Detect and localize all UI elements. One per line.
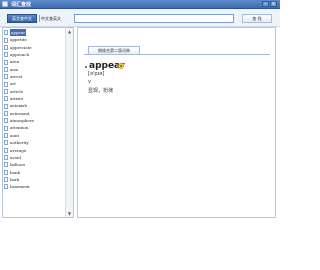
word-list-item[interactable]: arm bbox=[4, 66, 65, 73]
scroll-up-arrow-icon[interactable]: ▲ bbox=[66, 28, 73, 35]
word-list-item[interactable]: atmosphere bbox=[4, 117, 65, 124]
word-list-item[interactable]: appetite bbox=[4, 36, 65, 43]
word-list-item[interactable]: basement bbox=[4, 183, 65, 190]
word-list-item[interactable]: attention bbox=[4, 124, 65, 131]
word-list-item[interactable]: appear bbox=[4, 29, 65, 37]
document-icon bbox=[4, 177, 8, 183]
document-icon bbox=[4, 132, 8, 138]
entry-definition: 显现，扮演 bbox=[88, 88, 114, 94]
document-icon bbox=[4, 118, 8, 124]
scroll-down-arrow-icon[interactable]: ▼ bbox=[66, 210, 73, 217]
word-list-item[interactable]: arrest bbox=[4, 73, 65, 80]
word-list-item[interactable]: artiste bbox=[4, 95, 65, 102]
close-button[interactable]: × bbox=[270, 1, 277, 7]
document-icon bbox=[4, 155, 8, 161]
document-icon bbox=[4, 44, 8, 50]
document-icon bbox=[4, 30, 8, 36]
document-icon bbox=[4, 169, 8, 175]
word-list-item[interactable]: approach bbox=[4, 51, 65, 58]
entry-phonetic: [ə'pɪə] bbox=[88, 71, 105, 77]
document-icon bbox=[4, 184, 8, 190]
app-icon bbox=[2, 1, 8, 7]
toolbar: 英文查中文 中文查英文 查 找 bbox=[0, 9, 280, 27]
window-title: 词汇查找 bbox=[11, 2, 32, 8]
toolbar-separator bbox=[39, 15, 40, 22]
tab-dictionary[interactable]: 朗维合第二版词典 bbox=[88, 46, 140, 54]
word-list-item[interactable]: authority bbox=[4, 139, 65, 146]
minimize-button[interactable]: – bbox=[262, 1, 269, 7]
document-icon bbox=[4, 162, 8, 168]
mode-english-to-chinese-button[interactable]: 英文查中文 bbox=[7, 14, 37, 23]
word-list-item[interactable]: art bbox=[4, 80, 65, 87]
mode-chinese-to-english-link[interactable]: 中文查英文 bbox=[41, 16, 61, 22]
document-icon bbox=[4, 66, 8, 72]
word-list-item[interactable]: appreciate bbox=[4, 44, 65, 51]
document-icon bbox=[4, 81, 8, 87]
bullet-icon bbox=[85, 66, 87, 68]
word-list-item[interactable]: aunt bbox=[4, 132, 65, 139]
document-icon bbox=[4, 110, 8, 116]
document-icon bbox=[4, 140, 8, 146]
word-list-item[interactable]: average bbox=[4, 147, 65, 154]
word-list-item[interactable]: astronaut bbox=[4, 110, 65, 117]
document-icon bbox=[4, 59, 8, 65]
document-icon bbox=[4, 125, 8, 131]
word-list-item[interactable]: avoid bbox=[4, 154, 65, 161]
title-bar: 词汇查找 – × bbox=[0, 0, 280, 9]
word-list: appear appetite appreciate approach area… bbox=[4, 29, 65, 191]
word-list-item[interactable]: bark bbox=[4, 176, 65, 183]
word-list-item[interactable]: article bbox=[4, 88, 65, 95]
entry-part-of-speech: v bbox=[88, 79, 91, 85]
bottom-blank-area bbox=[0, 220, 280, 270]
document-icon bbox=[4, 37, 8, 43]
speaker-icon[interactable] bbox=[118, 63, 124, 69]
document-icon bbox=[4, 74, 8, 80]
document-icon bbox=[4, 103, 8, 109]
document-icon bbox=[4, 96, 8, 102]
word-list-item[interactable]: area bbox=[4, 58, 65, 65]
definition-panel: 朗维合第二版词典 appear [ə'pɪə] v 显现，扮演 bbox=[77, 27, 276, 218]
tab-divider bbox=[84, 54, 270, 55]
word-list-scrollbar[interactable]: ▲ ▼ bbox=[65, 28, 73, 217]
word-list-item[interactable]: bank bbox=[4, 169, 65, 176]
word-list-panel: appear appetite appreciate approach area… bbox=[2, 27, 74, 218]
document-icon bbox=[4, 88, 8, 94]
document-icon bbox=[4, 147, 8, 153]
word-list-item[interactable]: balloon bbox=[4, 161, 65, 168]
document-icon bbox=[4, 52, 8, 58]
search-button[interactable]: 查 找 bbox=[242, 14, 272, 23]
word-list-item[interactable]: astonish bbox=[4, 102, 65, 109]
search-input[interactable] bbox=[74, 14, 234, 23]
